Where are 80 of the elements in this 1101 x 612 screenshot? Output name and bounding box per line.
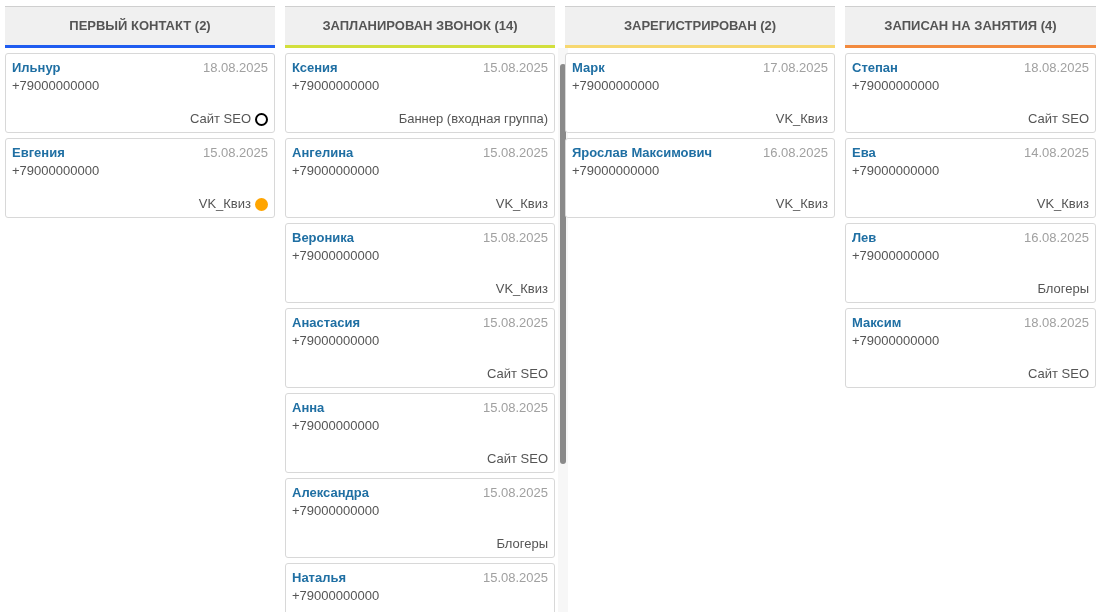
lead-source: VK_Квиз	[775, 195, 828, 213]
lead-card[interactable]: Анастасия 15.08.2025 +79000000000 Сайт SEO	[285, 308, 555, 388]
lead-card[interactable]: Евгения 15.08.2025 +79000000000 VK_Квиз	[5, 138, 275, 218]
lead-phone: +79000000000	[852, 247, 940, 264]
lead-phone: +79000000000	[852, 77, 940, 94]
lead-name[interactable]: Евгения	[12, 144, 65, 162]
lead-name[interactable]: Александра	[292, 484, 369, 502]
lead-source: Блогеры	[496, 535, 548, 553]
lead-name[interactable]: Ксения	[292, 59, 338, 77]
lead-date: 18.08.2025	[202, 59, 268, 77]
lead-source: Блогеры	[1037, 280, 1089, 298]
lead-name[interactable]: Лев	[852, 229, 877, 247]
lead-date: 15.08.2025	[482, 59, 548, 77]
lead-phone: +79000000000	[572, 77, 660, 94]
lead-name[interactable]: Марк	[572, 59, 605, 77]
lead-card[interactable]: Лев 16.08.2025 +79000000000 Блогеры	[845, 223, 1096, 303]
lead-phone: +79000000000	[12, 162, 100, 179]
lead-card[interactable]: Марк 17.08.2025 +79000000000 VK_Квиз	[565, 53, 835, 133]
lead-phone: +79000000000	[852, 332, 940, 349]
lead-source: Сайт SEO	[486, 450, 548, 468]
lead-card[interactable]: Ярослав Максимович 16.08.2025 +79000000000 VK_Квиз	[565, 138, 835, 218]
lead-card[interactable]: Степан 18.08.2025 +79000000000 Сайт SEO	[845, 53, 1096, 133]
lead-card[interactable]: Ильнур 18.08.2025 +79000000000 Сайт SEO	[5, 53, 275, 133]
lead-name[interactable]: Степан	[852, 59, 898, 77]
lead-name[interactable]: Наталья	[292, 569, 347, 587]
lead-phone: +79000000000	[292, 247, 380, 264]
lead-phone: +79000000000	[292, 162, 380, 179]
lead-source: Баннер (входная группа)	[398, 110, 548, 128]
lead-date: 16.08.2025	[762, 144, 828, 162]
lead-card[interactable]: Наталья 15.08.2025 +79000000000	[285, 563, 555, 612]
lead-source: Сайт SEO	[1027, 110, 1089, 128]
column-title: ПЕРВЫЙ КОНТАКТ (2)	[69, 17, 211, 36]
lead-card[interactable]: Ангелина 15.08.2025 +79000000000 VK_Квиз	[285, 138, 555, 218]
lead-card[interactable]: Анна 15.08.2025 +79000000000 Сайт SEO	[285, 393, 555, 473]
lead-phone: +79000000000	[12, 77, 100, 94]
lead-date: 18.08.2025	[1023, 59, 1089, 77]
lead-date: 15.08.2025	[482, 569, 548, 587]
lead-name[interactable]: Ильнур	[12, 59, 61, 77]
lead-name[interactable]: Ева	[852, 144, 876, 162]
lead-card[interactable]: Ева 14.08.2025 +79000000000 VK_Квиз	[845, 138, 1096, 218]
lead-card[interactable]: Ксения 15.08.2025 +79000000000 Баннер (входная группа)	[285, 53, 555, 133]
lead-source: VK_Квиз	[1036, 195, 1089, 213]
lead-date: 15.08.2025	[482, 484, 548, 502]
lead-name[interactable]: Ярослав Максимович	[572, 144, 713, 162]
lead-date: 17.08.2025	[762, 59, 828, 77]
lead-source: VK_Квиз	[775, 110, 828, 128]
lead-name[interactable]: Анна	[292, 399, 325, 417]
lead-date: 15.08.2025	[202, 144, 268, 162]
lead-date: 15.08.2025	[482, 314, 548, 332]
lead-source: VK_Квиз	[495, 280, 548, 298]
column-title: ЗАПИСАН НА ЗАНЯТИЯ (4)	[884, 17, 1057, 36]
lead-source: Сайт SEO	[189, 110, 251, 128]
lead-name[interactable]: Вероника	[292, 229, 355, 247]
lead-source: Сайт SEO	[1027, 365, 1089, 383]
scrollbar-thumb[interactable]	[560, 64, 566, 464]
scrollbar[interactable]	[558, 48, 568, 612]
lead-phone: +79000000000	[292, 417, 380, 434]
lead-phone: +79000000000	[292, 502, 380, 519]
lead-date: 16.08.2025	[1023, 229, 1089, 247]
lead-phone: +79000000000	[572, 162, 660, 179]
lead-card[interactable]: Максим 18.08.2025 +79000000000 Сайт SEO	[845, 308, 1096, 388]
lead-phone: +79000000000	[292, 332, 380, 349]
lead-date: 15.08.2025	[482, 144, 548, 162]
lead-phone: +79000000000	[292, 587, 380, 604]
lead-date: 15.08.2025	[482, 399, 548, 417]
lead-date: 18.08.2025	[1023, 314, 1089, 332]
lead-card[interactable]: Александра 15.08.2025 +79000000000 Блогеры	[285, 478, 555, 558]
column-title: ЗАРЕГИСТРИРОВАН (2)	[623, 17, 777, 36]
lead-phone: +79000000000	[292, 77, 380, 94]
lead-source: VK_Квиз	[495, 195, 548, 213]
lead-name[interactable]: Ангелина	[292, 144, 354, 162]
column-title: ЗАПЛАНИРОВАН ЗВОНОК (14)	[322, 17, 518, 36]
lead-name[interactable]: Анастасия	[292, 314, 361, 332]
lead-card[interactable]: Вероника 15.08.2025 +79000000000 VK_Квиз	[285, 223, 555, 303]
lead-source: Сайт SEO	[486, 365, 548, 383]
lead-date: 15.08.2025	[482, 229, 548, 247]
lead-name[interactable]: Максим	[852, 314, 902, 332]
lead-source: VK_Квиз	[198, 195, 251, 213]
lead-date: 14.08.2025	[1023, 144, 1089, 162]
lead-phone: +79000000000	[852, 162, 940, 179]
